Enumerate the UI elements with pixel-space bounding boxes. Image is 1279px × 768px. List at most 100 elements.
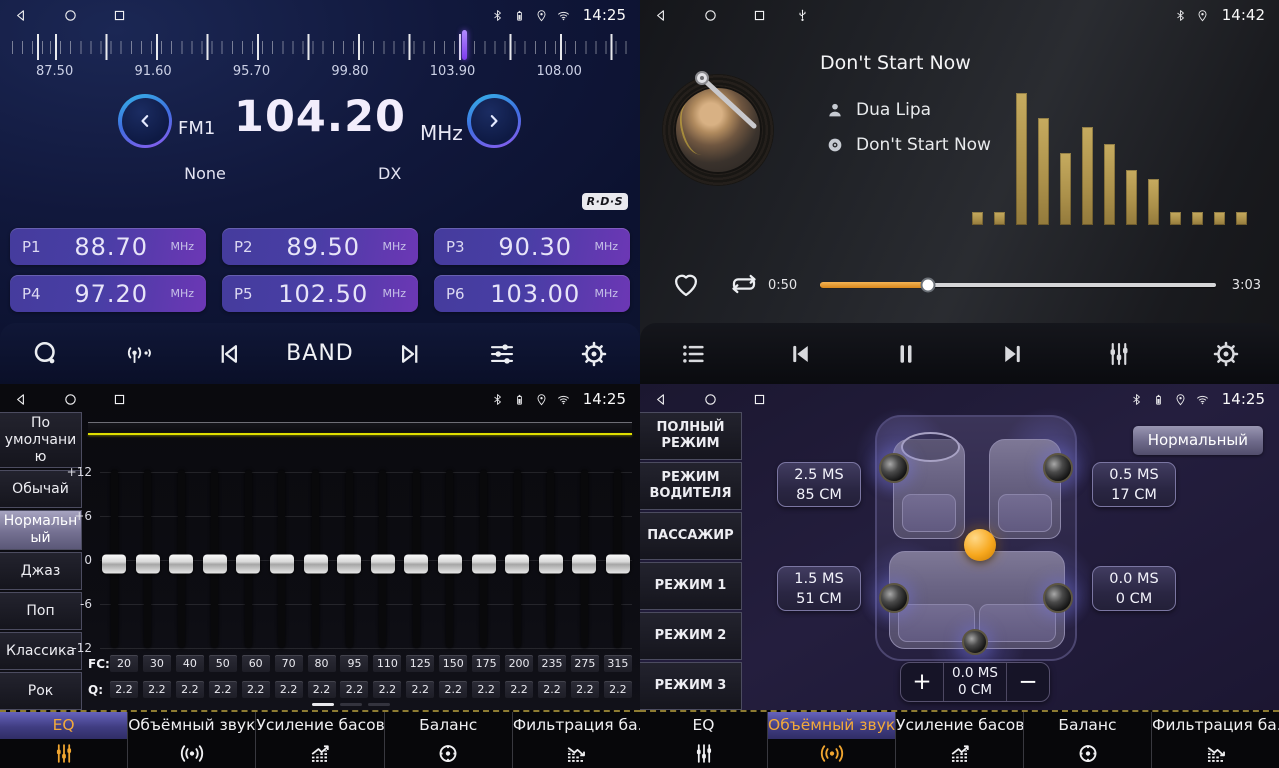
eq-band-slider[interactable] — [102, 470, 126, 648]
sound-mode-item[interactable]: РЕЖИМ 3 — [640, 662, 742, 710]
equalizer-button[interactable] — [1084, 330, 1154, 378]
preset-button[interactable]: P6 103.00 MHz — [434, 275, 630, 312]
tab-filter[interactable]: Фильтрация ба... — [1152, 712, 1279, 768]
home-icon[interactable] — [63, 392, 78, 407]
tab-bass-boost[interactable]: Усиление басов — [896, 712, 1024, 768]
fc-value-cell[interactable]: 95 — [340, 655, 368, 672]
q-value-cell[interactable]: 2.2 — [308, 681, 336, 698]
q-value-cell[interactable]: 2.2 — [110, 681, 138, 698]
tab-balance[interactable]: Баланс — [1024, 712, 1152, 768]
slider-track[interactable] — [245, 470, 252, 648]
slider-knob[interactable] — [236, 555, 260, 574]
sound-mode-item[interactable]: РЕЖИМ ВОДИТЕЛЯ — [640, 462, 742, 510]
slider-track[interactable] — [211, 470, 218, 648]
fc-value-cell[interactable]: 80 — [308, 655, 336, 672]
preset-button[interactable]: P3 90.30 MHz — [434, 228, 630, 265]
q-value-cell[interactable]: 2.2 — [209, 681, 237, 698]
preset-button[interactable]: P2 89.50 MHz — [222, 228, 418, 265]
home-icon[interactable] — [703, 392, 718, 407]
favorite-button[interactable] — [670, 268, 702, 300]
slider-track[interactable] — [379, 470, 386, 648]
tab-bass-boost[interactable]: Усиление басов — [256, 712, 384, 768]
fc-value-cell[interactable]: 50 — [209, 655, 237, 672]
next-track-button[interactable] — [978, 330, 1048, 378]
eq-band-slider[interactable] — [236, 470, 260, 648]
eq-band-slider[interactable] — [404, 470, 428, 648]
seek-down-button[interactable] — [118, 94, 172, 148]
sound-mode-item[interactable]: РЕЖИМ 1 — [640, 562, 742, 610]
slider-track[interactable] — [547, 470, 554, 648]
repeat-button[interactable] — [726, 268, 762, 300]
slider-knob[interactable] — [404, 555, 428, 574]
equalizer-button[interactable] — [467, 330, 537, 378]
delay-rear-right-button[interactable]: 0.0 MS 0 CM — [1092, 566, 1176, 611]
settings-button[interactable] — [559, 330, 629, 378]
band-button[interactable]: BAND — [286, 330, 354, 378]
slider-track[interactable] — [581, 470, 588, 648]
decrease-delay-button[interactable]: − — [1007, 663, 1049, 701]
eq-band-slider[interactable] — [438, 470, 462, 648]
q-value-cell[interactable]: 2.2 — [571, 681, 599, 698]
sound-mode-item[interactable]: ПОЛНЫЙ РЕЖИМ — [640, 412, 742, 460]
fc-value-cell[interactable]: 200 — [505, 655, 533, 672]
listening-position-indicator[interactable] — [964, 529, 996, 561]
tab-eq[interactable]: EQ — [0, 712, 128, 768]
back-icon[interactable] — [654, 392, 669, 407]
delay-rear-left-button[interactable]: 1.5 MS 51 CM — [777, 566, 861, 611]
eq-band-slider[interactable] — [606, 470, 630, 648]
fc-value-cell[interactable]: 275 — [571, 655, 599, 672]
back-icon[interactable] — [14, 392, 29, 407]
q-value-cell[interactable]: 2.2 — [406, 681, 434, 698]
eq-band-slider[interactable] — [539, 470, 563, 648]
fc-value-cell[interactable]: 60 — [242, 655, 270, 672]
back-icon[interactable] — [654, 8, 669, 23]
q-value-cell[interactable]: 2.2 — [275, 681, 303, 698]
back-icon[interactable] — [14, 8, 29, 23]
recents-icon[interactable] — [112, 8, 127, 23]
fc-value-cell[interactable]: 125 — [406, 655, 434, 672]
slider-track[interactable] — [480, 470, 487, 648]
preset-button[interactable]: P5 102.50 MHz — [222, 275, 418, 312]
slider-track[interactable] — [312, 470, 319, 648]
fc-value-cell[interactable]: 235 — [538, 655, 566, 672]
eq-band-slider[interactable] — [572, 470, 596, 648]
delay-front-right-button[interactable]: 0.5 MS 17 CM — [1092, 462, 1176, 507]
eq-band-slider[interactable] — [270, 470, 294, 648]
previous-track-button[interactable] — [765, 330, 835, 378]
playlist-button[interactable] — [658, 330, 728, 378]
increase-delay-button[interactable]: + — [901, 663, 943, 701]
slider-knob[interactable] — [606, 555, 630, 574]
slider-track[interactable] — [111, 470, 118, 648]
fc-value-cell[interactable]: 40 — [176, 655, 204, 672]
q-value-cell[interactable]: 2.2 — [143, 681, 171, 698]
slider-track[interactable] — [278, 470, 285, 648]
fc-value-cell[interactable]: 30 — [143, 655, 171, 672]
fc-value-cell[interactable]: 110 — [373, 655, 401, 672]
recents-icon[interactable] — [752, 392, 767, 407]
eq-band-slider[interactable] — [169, 470, 193, 648]
slider-knob[interactable] — [136, 555, 160, 574]
eq-band-slider[interactable] — [472, 470, 496, 648]
recents-icon[interactable] — [112, 392, 127, 407]
tab-surround[interactable]: Объёмный звук — [768, 712, 896, 768]
slider-knob[interactable] — [371, 555, 395, 574]
slider-track[interactable] — [144, 470, 151, 648]
tab-eq[interactable]: EQ — [640, 712, 768, 768]
q-value-cell[interactable]: 2.2 — [340, 681, 368, 698]
q-value-cell[interactable]: 2.2 — [439, 681, 467, 698]
fc-value-cell[interactable]: 20 — [110, 655, 138, 672]
scan-button[interactable] — [11, 330, 81, 378]
slider-track[interactable] — [413, 470, 420, 648]
seek-up-button[interactable] — [467, 94, 521, 148]
slider-knob[interactable] — [505, 555, 529, 574]
slider-knob[interactable] — [438, 555, 462, 574]
eq-band-slider[interactable] — [136, 470, 160, 648]
broadcast-button[interactable] — [103, 330, 173, 378]
eq-preset-item[interactable]: По умолчанию — [0, 412, 82, 468]
fc-value-cell[interactable]: 70 — [275, 655, 303, 672]
slider-knob[interactable] — [102, 555, 126, 574]
delay-front-left-button[interactable]: 2.5 MS 85 CM — [777, 462, 861, 507]
next-station-button[interactable] — [375, 330, 445, 378]
eq-band-slider[interactable] — [371, 470, 395, 648]
progress-knob[interactable] — [921, 278, 936, 293]
